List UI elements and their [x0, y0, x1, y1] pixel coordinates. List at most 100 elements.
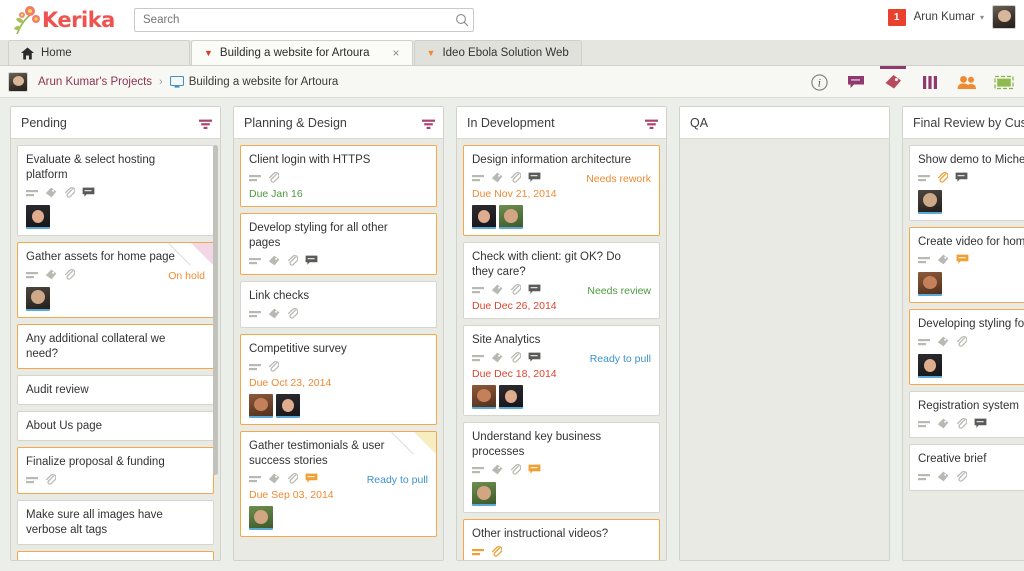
tab-home[interactable]: Home	[8, 40, 190, 65]
chevron-down-icon[interactable]: ▼	[427, 48, 436, 58]
attachment-icon[interactable]	[45, 472, 57, 490]
attachment-icon[interactable]	[510, 350, 522, 368]
avatar[interactable]	[918, 354, 942, 378]
details-icon[interactable]	[249, 306, 261, 324]
details-icon[interactable]	[918, 469, 930, 487]
details-icon[interactable]	[26, 472, 38, 490]
task-card[interactable]: Competitive survey Due Oct 23, 2014	[240, 334, 437, 425]
chat-icon[interactable]	[305, 471, 318, 489]
details-icon[interactable]	[249, 359, 261, 377]
task-card[interactable]: Develop styling for all other pages	[240, 213, 437, 275]
notification-badge[interactable]: 1	[887, 8, 906, 26]
details-icon[interactable]	[918, 334, 930, 352]
attachment-icon[interactable]	[287, 253, 299, 271]
task-card[interactable]: Site Analytics Ready to pull Due Dec 18, 2…	[463, 325, 660, 416]
task-card[interactable]: Link checks	[240, 281, 437, 328]
kerika-logo[interactable]: Kerika	[10, 2, 130, 38]
tag-icon[interactable]	[937, 469, 949, 487]
avatar[interactable]	[472, 205, 496, 229]
tab-ideo-ebola-solution-web[interactable]: ▼ Ideo Ebola Solution Web	[413, 40, 582, 65]
attachment-icon[interactable]	[287, 471, 299, 489]
avatar[interactable]	[249, 506, 273, 530]
details-icon[interactable]	[249, 253, 261, 271]
avatar[interactable]	[276, 394, 300, 418]
task-card[interactable]: Other instructional videos?	[463, 519, 660, 560]
filter-icon[interactable]	[199, 117, 212, 129]
attachment-icon[interactable]	[268, 359, 280, 377]
tag-icon[interactable]	[268, 306, 280, 324]
details-icon[interactable]	[472, 350, 484, 368]
tab-building-a-website-for-artoura[interactable]: ▼ Building a website for Artoura ×	[191, 40, 413, 65]
filter-icon[interactable]	[422, 117, 435, 129]
details-icon[interactable]	[918, 170, 930, 188]
task-card[interactable]: Audit review	[17, 375, 214, 405]
avatar[interactable]	[472, 385, 496, 409]
details-icon[interactable]	[249, 170, 261, 188]
details-icon[interactable]	[472, 282, 484, 300]
avatar[interactable]	[249, 394, 273, 418]
chat-icon[interactable]	[82, 185, 95, 203]
task-card[interactable]: Client login with HTTPS Due Jan 16	[240, 145, 437, 207]
task-card[interactable]: Finalize proposal & funding	[17, 447, 214, 494]
details-icon[interactable]	[249, 471, 261, 489]
search-icon[interactable]	[451, 9, 473, 31]
tag-icon[interactable]	[880, 66, 906, 92]
task-card[interactable]: Create video for home page	[909, 227, 1024, 303]
info-icon[interactable]: i	[809, 72, 829, 92]
task-card[interactable]: Gather testimonials & user success stori…	[240, 431, 437, 537]
task-card[interactable]: Registration system	[909, 391, 1024, 438]
avatar[interactable]	[26, 205, 50, 229]
attachment-icon[interactable]	[268, 170, 280, 188]
user-avatar[interactable]	[992, 5, 1016, 29]
task-card[interactable]: Creative brief	[909, 444, 1024, 491]
task-card[interactable]: Understand key business processes	[463, 422, 660, 513]
filter-icon[interactable]	[645, 117, 658, 129]
details-icon[interactable]	[26, 267, 38, 285]
task-card[interactable]: Branding strategy for site	[17, 551, 214, 560]
attachment-icon[interactable]	[510, 170, 522, 188]
attachment-icon[interactable]	[491, 544, 503, 560]
user-menu[interactable]: 1 Arun Kumar ▾	[887, 5, 1016, 29]
chat-icon[interactable]	[528, 462, 541, 480]
columns-icon[interactable]	[920, 72, 940, 92]
search-input[interactable]	[135, 14, 451, 26]
tag-icon[interactable]	[491, 282, 503, 300]
column-scrollbar[interactable]	[213, 145, 218, 475]
tag-icon[interactable]	[937, 252, 949, 270]
task-card[interactable]: Gather assets for home page On hold	[17, 242, 214, 318]
details-icon[interactable]	[472, 170, 484, 188]
tag-icon[interactable]	[491, 350, 503, 368]
details-icon[interactable]	[472, 544, 484, 560]
avatar[interactable]	[472, 482, 496, 506]
breadcrumb-owner-link[interactable]: Arun Kumar's Projects	[38, 76, 152, 88]
chat-icon[interactable]	[528, 282, 541, 300]
chat-icon[interactable]	[974, 416, 987, 434]
avatar[interactable]	[918, 190, 942, 214]
attachment-icon[interactable]	[956, 416, 968, 434]
avatar[interactable]	[499, 385, 523, 409]
details-icon[interactable]	[26, 185, 38, 203]
tag-icon[interactable]	[45, 185, 57, 203]
export-icon[interactable]	[994, 72, 1014, 92]
chat-icon[interactable]	[305, 253, 318, 271]
task-card[interactable]: Evaluate & select hosting platform	[17, 145, 214, 236]
tag-icon[interactable]	[491, 170, 503, 188]
tag-icon[interactable]	[937, 334, 949, 352]
task-card[interactable]: Check with client: git OK? Do they care?…	[463, 242, 660, 319]
chevron-down-icon[interactable]: ▾	[980, 13, 984, 22]
attachment-icon[interactable]	[956, 334, 968, 352]
tag-icon[interactable]	[491, 462, 503, 480]
avatar[interactable]	[26, 287, 50, 311]
task-card[interactable]: Make sure all images have verbose alt ta…	[17, 500, 214, 545]
chat-icon[interactable]	[528, 350, 541, 368]
details-icon[interactable]	[918, 416, 930, 434]
details-icon[interactable]	[918, 252, 930, 270]
avatar[interactable]	[499, 205, 523, 229]
task-card[interactable]: Any additional collateral we need?	[17, 324, 214, 369]
attachment-icon[interactable]	[937, 170, 949, 188]
tag-icon[interactable]	[937, 416, 949, 434]
tag-icon[interactable]	[268, 253, 280, 271]
chat-icon[interactable]	[955, 170, 968, 188]
tag-icon[interactable]	[45, 267, 57, 285]
attachment-icon[interactable]	[287, 306, 299, 324]
